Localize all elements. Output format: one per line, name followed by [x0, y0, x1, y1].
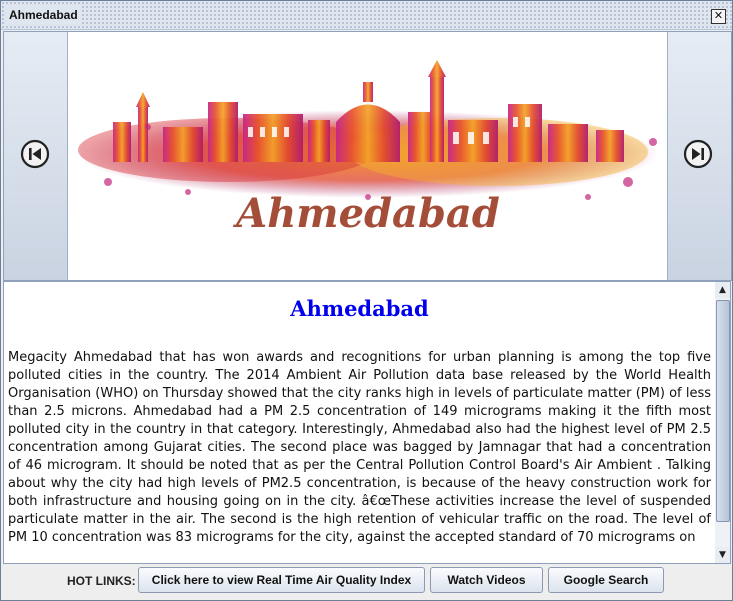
article-title: Ahmedabad [290, 296, 429, 321]
air-quality-index-button[interactable]: Click here to view Real Time Air Quality… [138, 567, 425, 593]
scroll-thumb[interactable] [716, 300, 730, 522]
title-bar[interactable]: Ahmedabad ✕ [1, 1, 732, 30]
scroll-up-button[interactable]: ▲ [715, 282, 730, 298]
google-search-button[interactable]: Google Search [548, 567, 664, 593]
image-carousel: Ahmedabad [3, 31, 732, 281]
hot-links-label: HOT LINKS: [67, 574, 136, 588]
window-title: Ahmedabad [5, 6, 82, 24]
previous-image-button[interactable] [4, 32, 68, 280]
hot-links-bar: HOT LINKS: Click here to view Real Time … [1, 565, 732, 599]
skyline-caption: Ahmedabad [232, 190, 500, 237]
ahmedabad-skyline-image: Ahmedabad [68, 32, 667, 280]
close-button[interactable]: ✕ [711, 9, 726, 24]
article-panel[interactable]: Ahmedabad Megacity Ahmedabad that has wo… [3, 281, 716, 564]
vertical-scrollbar[interactable]: ▲ ▼ [715, 281, 731, 564]
skip-forward-icon [683, 139, 713, 169]
article-body: Megacity Ahmedabad that has won awards a… [8, 350, 711, 545]
watch-videos-button[interactable]: Watch Videos [430, 567, 543, 593]
scroll-down-button[interactable]: ▼ [715, 547, 730, 563]
skip-back-icon [20, 139, 50, 169]
app-window: Ahmedabad ✕ Ahmedabad Ahmedabad Megacity… [0, 0, 733, 601]
next-image-button[interactable] [667, 32, 731, 280]
skyline-illustration: Ahmedabad [78, 60, 658, 237]
